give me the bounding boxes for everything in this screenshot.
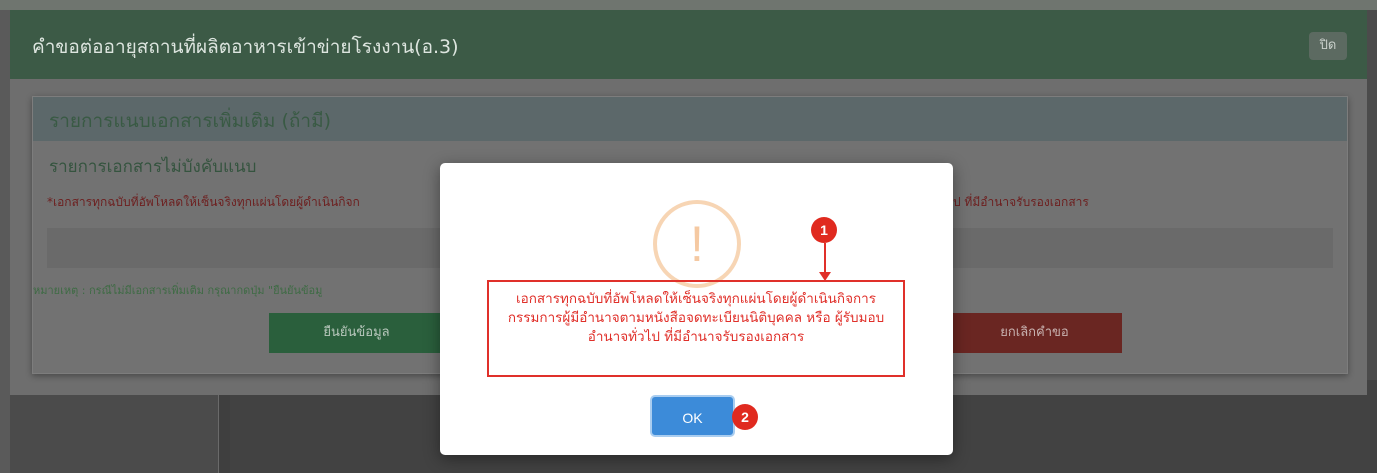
step-badge-1: 1 bbox=[811, 217, 837, 243]
remark-text: หมายเหตุ : กรณีไม่มีเอกสารเพิ่มเติม กรุณ… bbox=[33, 284, 323, 297]
modal-header: คำขอต่ออายุสถานที่ผลิตอาหารเข้าข่ายโรงงา… bbox=[10, 10, 1367, 79]
panel-header: รายการแนบเอกสารเพิ่มเติม (ถ้ามี) bbox=[33, 97, 1347, 141]
panel-title: รายการแนบเอกสารเพิ่มเติม (ถ้ามี) bbox=[49, 110, 332, 132]
document-note-tail: ป ที่มีอำนาจรับรองเอกสาร bbox=[953, 195, 1089, 209]
alert-dialog: ! เอกสารทุกฉบับที่อัพโหลดให้เซ็นจริงทุกแ… bbox=[440, 163, 953, 455]
cancel-request-button[interactable]: ยกเลิกคำขอ bbox=[947, 313, 1122, 353]
step-badge-2: 2 bbox=[732, 404, 758, 430]
background-left-edge bbox=[0, 10, 10, 473]
modal-title: คำขอต่ออายุสถานที่ผลิตอาหารเข้าข่ายโรงงา… bbox=[32, 36, 459, 58]
exclamation-glyph: ! bbox=[690, 216, 704, 272]
alert-message: เอกสารทุกฉบับที่อัพโหลดให้เซ็นจริงทุกแผ่… bbox=[507, 291, 885, 345]
optional-documents-heading: รายการเอกสารไม่บังคับแนบ bbox=[49, 157, 257, 177]
callout-arrow-head bbox=[819, 272, 831, 281]
alert-message-highlight: เอกสารทุกฉบับที่อัพโหลดให้เซ็นจริงทุกแผ่… bbox=[487, 280, 905, 377]
exclamation-icon: ! bbox=[653, 200, 741, 288]
close-button[interactable]: ปิด bbox=[1309, 32, 1347, 60]
confirm-button[interactable]: ยืนยันข้อมูล bbox=[269, 313, 444, 353]
background-topbar bbox=[0, 0, 1377, 10]
document-note-text: เอกสารทุกฉบับที่อัพโหลดให้เซ็นจริงทุกแผ่… bbox=[53, 195, 360, 209]
ok-button[interactable]: OK bbox=[650, 395, 735, 437]
document-note: *เอกสารทุกฉบับที่อัพโหลดให้เซ็นจริงทุกแผ… bbox=[47, 193, 360, 212]
